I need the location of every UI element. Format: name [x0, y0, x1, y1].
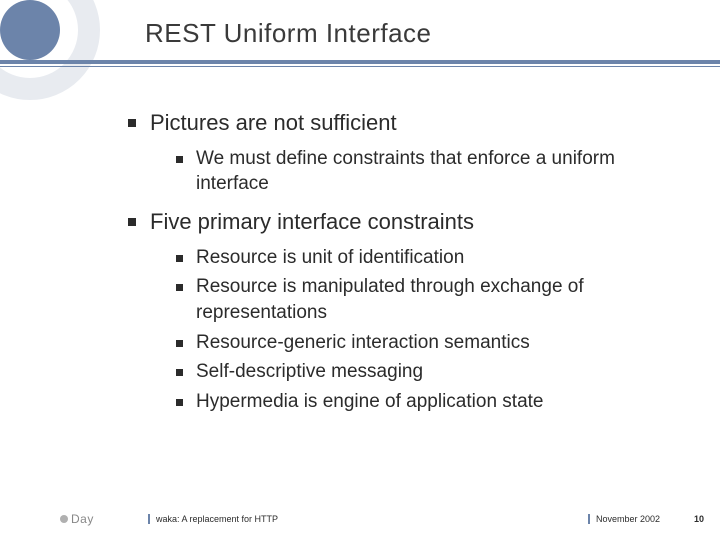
slide-body: Pictures are not sufficient We must defi…	[124, 108, 690, 425]
bullet-lvl2: Self-descriptive messaging	[174, 359, 690, 385]
footer-date: November 2002	[588, 514, 660, 524]
page-number: 10	[694, 514, 704, 524]
logo-text: Day	[71, 512, 94, 526]
corner-graphic	[0, 0, 100, 100]
bullet-text: Five primary interface constraints	[150, 209, 474, 234]
bullet-lvl1: Pictures are not sufficient We must defi…	[124, 108, 690, 197]
slide-title: REST Uniform Interface	[145, 18, 432, 49]
bullet-lvl2: Hypermedia is engine of application stat…	[174, 389, 690, 415]
bullet-text: Pictures are not sufficient	[150, 110, 397, 135]
logo-dot-icon	[60, 515, 68, 523]
bullet-lvl1: Five primary interface constraints Resou…	[124, 207, 690, 415]
bullet-lvl2: Resource-generic interaction semantics	[174, 330, 690, 356]
company-logo: Day	[60, 512, 94, 526]
bullet-lvl2: Resource is manipulated through exchange…	[174, 274, 690, 325]
bullet-lvl2: We must define constraints that enforce …	[174, 146, 690, 197]
slide-footer: Day waka: A replacement for HTTP Novembe…	[0, 506, 720, 526]
bullet-lvl2: Resource is unit of identification	[174, 245, 690, 271]
title-underline	[0, 60, 720, 70]
footer-subtitle: waka: A replacement for HTTP	[148, 514, 278, 524]
